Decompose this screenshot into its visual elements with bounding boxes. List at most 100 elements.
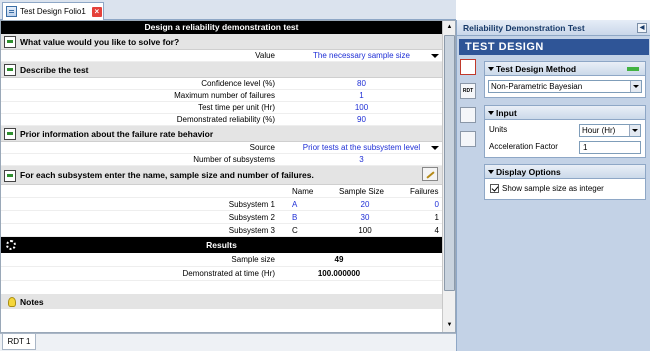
- value-row: Value The necessary sample size: [1, 50, 442, 62]
- group-title: Input: [496, 108, 517, 118]
- results-title: Results: [206, 240, 237, 250]
- failures-cell[interactable]: 4: [421, 224, 439, 237]
- section-collapse-icon[interactable]: [4, 64, 16, 76]
- status-indicator-icon: [627, 67, 639, 71]
- row-label: Subsystem 3: [228, 226, 275, 235]
- folio-content: Design a reliability demonstration test …: [0, 20, 456, 333]
- section-solve-for: What value would you like to solve for?: [1, 34, 442, 50]
- notes-section[interactable]: Notes: [1, 294, 442, 309]
- side-toolbar: RDT: [460, 59, 480, 155]
- sample-size-result-row: Sample size 49: [1, 253, 442, 267]
- demo-time-result: 100.000000: [317, 269, 361, 278]
- scroll-thumb[interactable]: [444, 35, 455, 291]
- document-tab-bar: Test Design Folio1 ×: [0, 0, 456, 20]
- demo-time-label: Demonstrated at time (Hr): [182, 269, 275, 278]
- num-subsystems-row: Number of subsystems 3: [1, 154, 442, 166]
- lightbulb-icon: [8, 296, 16, 307]
- chevron-down-icon[interactable]: [629, 125, 640, 136]
- chevron-down-icon[interactable]: [630, 81, 641, 92]
- group-header[interactable]: Input: [485, 106, 645, 120]
- row-label: Subsystem 2: [228, 213, 275, 222]
- section-title: What value would you like to solve for?: [20, 36, 180, 47]
- group-title: Display Options: [496, 167, 561, 177]
- subsystem-name-cell[interactable]: A: [292, 198, 297, 211]
- sample-size-cell[interactable]: 30: [345, 211, 385, 224]
- group-header[interactable]: Test Design Method: [485, 62, 645, 76]
- table-row: Subsystem 3 C 100 4: [1, 224, 442, 237]
- units-select[interactable]: Hour (Hr): [579, 124, 641, 137]
- test-time-input[interactable]: 100: [289, 102, 434, 114]
- source-row: Source Prior tests at the subsystem leve…: [1, 142, 442, 154]
- failures-cell[interactable]: 0: [421, 198, 439, 211]
- show-integer-checkbox[interactable]: [490, 184, 499, 194]
- num-subsystems-label: Number of subsystems: [193, 155, 275, 164]
- section-collapse-icon[interactable]: [4, 128, 16, 140]
- calculator-icon[interactable]: [460, 59, 476, 75]
- test-design-banner: TEST DESIGN: [459, 39, 649, 55]
- dropdown-arrow-icon[interactable]: [431, 54, 439, 58]
- row-label: Confidence level (%): [201, 79, 275, 88]
- rdt-icon[interactable]: RDT: [460, 83, 476, 99]
- sheet-tab-bar: RDT 1: [0, 333, 456, 351]
- source-dropdown[interactable]: Prior tests at the subsystem level: [289, 142, 434, 154]
- scroll-down-icon[interactable]: ▼: [444, 320, 455, 331]
- tab-title: Test Design Folio1: [20, 7, 86, 16]
- method-select-value: Non-Parametric Bayesian: [491, 82, 583, 91]
- value-label: Value: [255, 51, 275, 60]
- tab-test-design-folio[interactable]: Test Design Folio1 ×: [2, 2, 104, 20]
- column-header: Name: [292, 187, 314, 196]
- sample-size-result: 49: [334, 255, 344, 264]
- results-header: Results: [1, 237, 442, 253]
- show-integer-label: Show sample size as integer: [502, 184, 604, 193]
- sample-size-label: Sample size: [231, 255, 275, 264]
- panel-title-text: Reliability Demonstration Test: [463, 23, 585, 33]
- method-select[interactable]: Non-Parametric Bayesian: [488, 80, 642, 93]
- column-header: Sample Size: [339, 187, 384, 196]
- form-header: Design a reliability demonstration test: [1, 21, 442, 34]
- dropdown-arrow-icon[interactable]: [431, 146, 439, 150]
- vertical-scrollbar[interactable]: ▲ ▼: [442, 21, 455, 332]
- row-label: Subsystem 1: [228, 200, 275, 209]
- group-header[interactable]: Display Options: [485, 165, 645, 179]
- pencil-icon[interactable]: [460, 107, 476, 123]
- close-icon[interactable]: ×: [91, 6, 102, 17]
- num-subsystems-input[interactable]: 3: [289, 154, 434, 166]
- section-prior-info: Prior information about the failure rate…: [1, 126, 442, 142]
- control-panel: Reliability Demonstration Test ◀ TEST DE…: [456, 20, 650, 351]
- units-label: Units: [489, 125, 508, 134]
- acceleration-factor-input[interactable]: 1: [579, 141, 641, 154]
- section-collapse-icon[interactable]: [4, 36, 16, 48]
- gear-icon: [6, 240, 16, 250]
- section-title: For each subsystem enter the name, sampl…: [20, 170, 314, 180]
- edit-pencil-icon[interactable]: [422, 167, 438, 181]
- value-dropdown[interactable]: The necessary sample size: [289, 50, 434, 62]
- scroll-up-icon[interactable]: ▲: [444, 22, 455, 33]
- subsystem-name-cell[interactable]: B: [292, 211, 297, 224]
- failures-cell[interactable]: 1: [421, 211, 439, 224]
- units-row: Units Hour (Hr): [485, 122, 645, 139]
- accel-label: Acceleration Factor: [489, 142, 558, 151]
- sample-size-cell[interactable]: 100: [345, 224, 385, 237]
- max-failures-input[interactable]: 1: [289, 90, 434, 102]
- row-label: Test time per unit (Hr): [198, 103, 275, 112]
- tab-rdt-1[interactable]: RDT 1: [2, 334, 36, 350]
- subsystem-name-cell[interactable]: C: [292, 224, 298, 237]
- check-icon[interactable]: [460, 131, 476, 147]
- collapse-panel-icon[interactable]: ◀: [637, 23, 647, 33]
- sample-size-cell[interactable]: 20: [345, 198, 385, 211]
- units-select-value: Hour (Hr): [582, 126, 616, 135]
- section-describe-test: Describe the test: [1, 62, 442, 78]
- confidence-row: Confidence level (%) 80: [1, 78, 442, 90]
- section-title: Prior information about the failure rate…: [20, 128, 214, 139]
- demo-time-result-row: Demonstrated at time (Hr) 100.000000: [1, 267, 442, 281]
- panel-title: Reliability Demonstration Test ◀: [457, 20, 650, 36]
- display-options-group: Display Options Show sample size as inte…: [484, 164, 646, 200]
- section-title: Describe the test: [20, 64, 89, 75]
- test-design-method-group: Test Design Method Non-Parametric Bayesi…: [484, 61, 646, 98]
- table-row: Subsystem 1 A 20 0: [1, 198, 442, 211]
- max-failures-row: Maximum number of failures 1: [1, 90, 442, 102]
- reliability-input[interactable]: 90: [289, 114, 434, 126]
- section-collapse-icon[interactable]: [4, 169, 16, 182]
- column-header: Failures: [410, 187, 439, 196]
- confidence-input[interactable]: 80: [289, 78, 434, 90]
